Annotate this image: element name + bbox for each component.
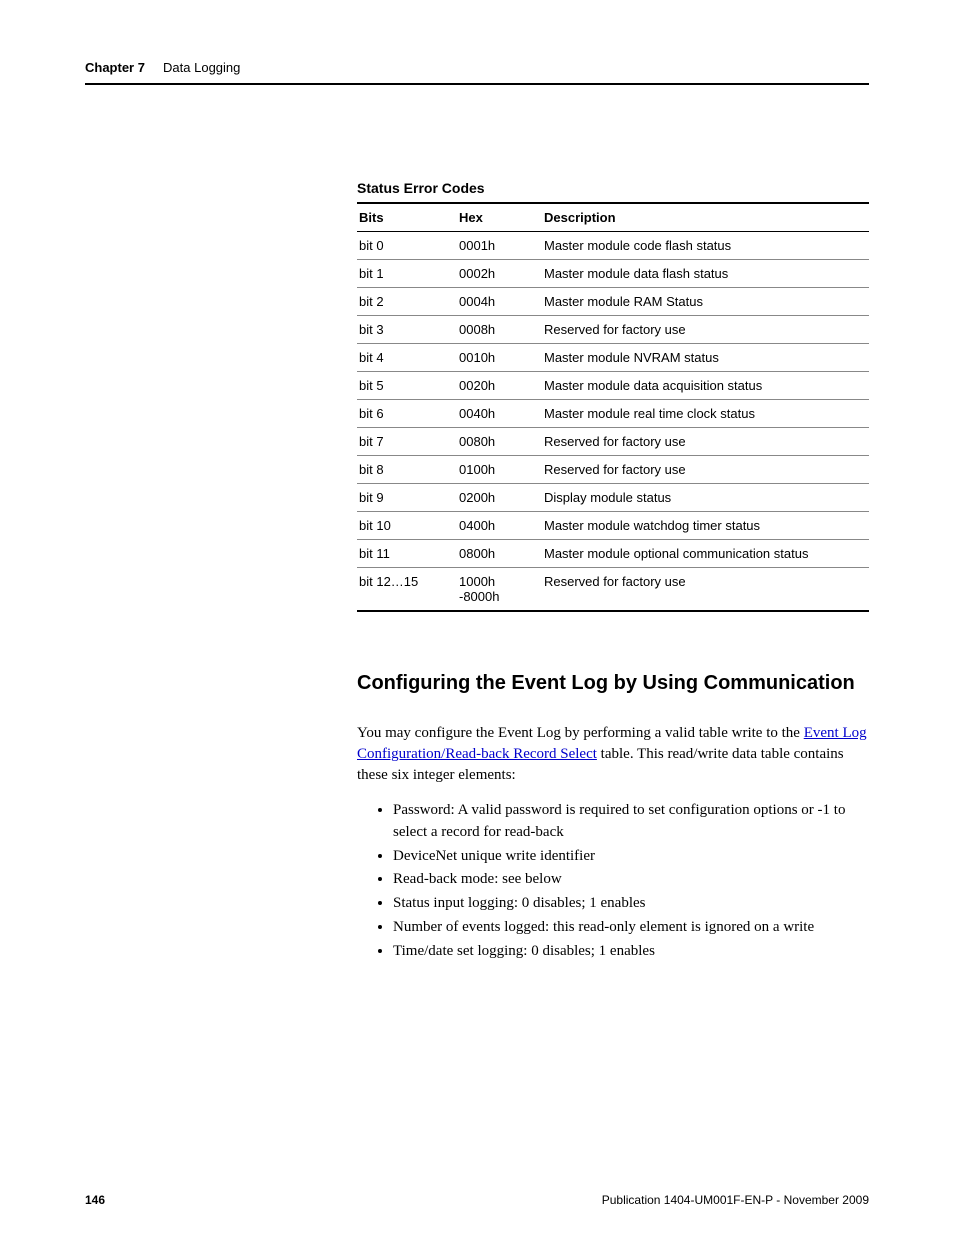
cell-desc: Reserved for factory use <box>542 316 869 344</box>
cell-desc: Master module data flash status <box>542 260 869 288</box>
cell-hex: 0800h <box>457 540 542 568</box>
cell-desc: Reserved for factory use <box>542 568 869 612</box>
cell-bits: bit 5 <box>357 372 457 400</box>
cell-bits: bit 11 <box>357 540 457 568</box>
table-row: bit 80100hReserved for factory use <box>357 456 869 484</box>
cell-hex: 0100h <box>457 456 542 484</box>
cell-hex: 0001h <box>457 232 542 260</box>
cell-desc: Master module watchdog timer status <box>542 512 869 540</box>
cell-desc: Master module data acquisition status <box>542 372 869 400</box>
page-footer: 146 Publication 1404-UM001F-EN-P - Novem… <box>85 1193 869 1207</box>
col-header-bits: Bits <box>357 203 457 232</box>
cell-desc: Reserved for factory use <box>542 428 869 456</box>
list-item: Read-back mode: see below <box>393 869 869 891</box>
cell-hex: 0004h <box>457 288 542 316</box>
cell-desc: Master module optional communication sta… <box>542 540 869 568</box>
cell-hex: 0010h <box>457 344 542 372</box>
main-content: Status Error Codes Bits Hex Description … <box>357 180 869 962</box>
table-row: bit 12…151000h -8000hReserved for factor… <box>357 568 869 612</box>
table-row: bit 30008hReserved for factory use <box>357 316 869 344</box>
cell-bits: bit 7 <box>357 428 457 456</box>
cell-desc: Master module RAM Status <box>542 288 869 316</box>
cell-desc: Reserved for factory use <box>542 456 869 484</box>
table-row: bit 00001hMaster module code flash statu… <box>357 232 869 260</box>
cell-desc: Master module NVRAM status <box>542 344 869 372</box>
table-row: bit 10002hMaster module data flash statu… <box>357 260 869 288</box>
table-row: bit 70080hReserved for factory use <box>357 428 869 456</box>
bullet-list: Password: A valid password is required t… <box>357 800 869 962</box>
status-error-codes-table: Bits Hex Description bit 00001hMaster mo… <box>357 202 869 612</box>
para-before-link: You may configure the Event Log by perfo… <box>357 725 804 741</box>
cell-hex: 1000h -8000h <box>457 568 542 612</box>
table-row: bit 20004hMaster module RAM Status <box>357 288 869 316</box>
cell-hex: 0400h <box>457 512 542 540</box>
list-item: DeviceNet unique write identifier <box>393 846 869 868</box>
cell-bits: bit 9 <box>357 484 457 512</box>
cell-bits: bit 4 <box>357 344 457 372</box>
page-container: Chapter 7 Data Logging Status Error Code… <box>0 0 954 1235</box>
table-row: bit 90200hDisplay module status <box>357 484 869 512</box>
cell-hex: 0002h <box>457 260 542 288</box>
page-number: 146 <box>85 1193 105 1207</box>
cell-bits: bit 2 <box>357 288 457 316</box>
cell-desc: Display module status <box>542 484 869 512</box>
cell-bits: bit 0 <box>357 232 457 260</box>
table-row: bit 50020hMaster module data acquisition… <box>357 372 869 400</box>
col-header-desc: Description <box>542 203 869 232</box>
list-item: Password: A valid password is required t… <box>393 800 869 844</box>
publication-info: Publication 1404-UM001F-EN-P - November … <box>602 1193 869 1207</box>
section-heading: Configuring the Event Log by Using Commu… <box>357 672 869 695</box>
cell-hex: 0020h <box>457 372 542 400</box>
table-title: Status Error Codes <box>357 180 869 196</box>
table-body: bit 00001hMaster module code flash statu… <box>357 232 869 612</box>
cell-hex: 0080h <box>457 428 542 456</box>
cell-bits: bit 8 <box>357 456 457 484</box>
cell-hex: 0040h <box>457 400 542 428</box>
chapter-label: Chapter 7 <box>85 60 145 75</box>
table-row: bit 60040hMaster module real time clock … <box>357 400 869 428</box>
page-header: Chapter 7 Data Logging <box>85 60 869 85</box>
list-item: Time/date set logging: 0 disables; 1 ena… <box>393 941 869 963</box>
cell-desc: Master module code flash status <box>542 232 869 260</box>
cell-desc: Master module real time clock status <box>542 400 869 428</box>
cell-bits: bit 6 <box>357 400 457 428</box>
list-item: Status input logging: 0 disables; 1 enab… <box>393 893 869 915</box>
list-item: Number of events logged: this read-only … <box>393 917 869 939</box>
table-row: bit 110800hMaster module optional commun… <box>357 540 869 568</box>
cell-bits: bit 12…15 <box>357 568 457 612</box>
cell-bits: bit 10 <box>357 512 457 540</box>
table-row: bit 40010hMaster module NVRAM status <box>357 344 869 372</box>
cell-bits: bit 3 <box>357 316 457 344</box>
cell-hex: 0200h <box>457 484 542 512</box>
table-row: bit 100400hMaster module watchdog timer … <box>357 512 869 540</box>
intro-paragraph: You may configure the Event Log by perfo… <box>357 723 869 786</box>
col-header-hex: Hex <box>457 203 542 232</box>
table-header-row: Bits Hex Description <box>357 203 869 232</box>
chapter-title: Data Logging <box>163 60 240 75</box>
cell-hex: 0008h <box>457 316 542 344</box>
cell-bits: bit 1 <box>357 260 457 288</box>
